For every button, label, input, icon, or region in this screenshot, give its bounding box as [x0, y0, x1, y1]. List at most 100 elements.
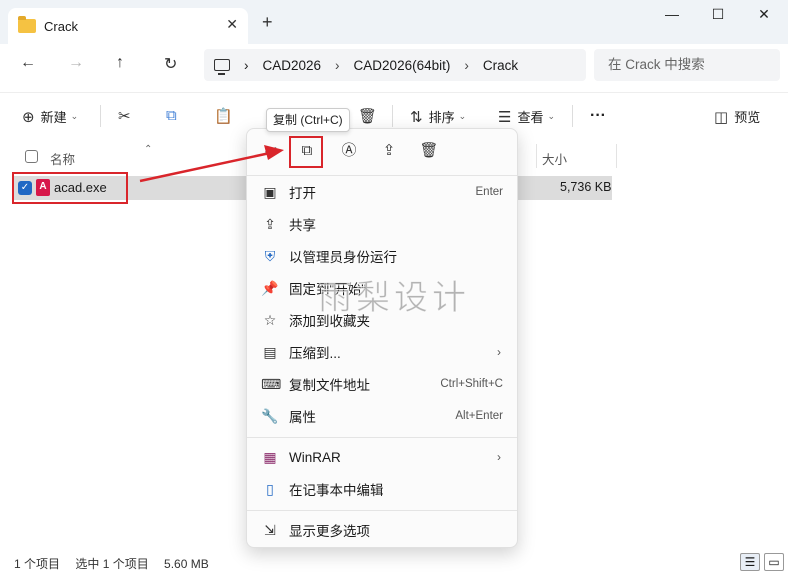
menu-item-properties[interactable]: 🔧 属性 Alt+Enter: [247, 401, 517, 431]
window-icon: ▣: [263, 184, 277, 200]
list-icon: ☰: [498, 108, 512, 126]
address-bar[interactable]: › CAD2026 › CAD2026(64bit) › Crack: [204, 49, 586, 81]
copy-button[interactable]: ⧉: [166, 107, 183, 124]
paste-button[interactable]: 📋: [214, 107, 239, 125]
back-button[interactable]: ←: [20, 54, 36, 72]
status-bar: 1 个项目 选中 1 个项目 5.60 MB: [14, 555, 221, 572]
menu-item-shortcut: Alt+Enter: [455, 410, 503, 422]
column-size[interactable]: 大小: [542, 149, 567, 168]
star-icon: ☆: [263, 312, 277, 328]
menu-item-shortcut: Enter: [475, 186, 504, 198]
menu-item-label: 在记事本中编辑: [289, 483, 384, 498]
column-divider[interactable]: [536, 144, 537, 168]
cut-button[interactable]: ✂: [118, 107, 137, 125]
menu-divider: [247, 175, 517, 176]
more-options-button[interactable]: ···: [590, 107, 606, 125]
selected-count: 选中 1 个项目: [75, 557, 149, 571]
menu-item-label: 打开: [289, 186, 316, 201]
navigation-bar: ← → ↑ ↻ › CAD2026 › CAD2026(64bit) › Cra…: [0, 44, 788, 86]
column-divider[interactable]: [616, 144, 617, 168]
new-label: 新建: [40, 110, 67, 125]
menu-item-label: 复制文件地址: [289, 378, 370, 393]
copy-tooltip: 复制 (Ctrl+C): [266, 108, 350, 132]
file-size: 5,736 KB: [560, 180, 612, 194]
sort-icon: ⇅: [410, 108, 423, 126]
menu-item-copy-path[interactable]: ⌨ 复制文件地址 Ctrl+Shift+C: [247, 369, 517, 399]
sort-button[interactable]: ⇅ 排序 ⌄: [410, 107, 466, 126]
menu-item-open[interactable]: ▣ 打开 Enter: [247, 177, 517, 207]
scissors-icon: ✂: [118, 108, 131, 125]
tiles-view-button[interactable]: ▭: [764, 553, 784, 571]
forward-button[interactable]: →: [68, 54, 84, 72]
winrar-icon: ▦: [263, 449, 277, 465]
item-count: 1 个项目: [14, 557, 61, 571]
sort-label: 排序: [428, 110, 455, 125]
share-icon: ⇪: [264, 216, 276, 232]
notepad-icon: ▯: [266, 481, 274, 497]
search-input[interactable]: 在 Crack 中搜索: [594, 49, 780, 81]
details-view-button[interactable]: ☰: [740, 553, 760, 571]
refresh-button[interactable]: ↻: [164, 54, 177, 74]
breadcrumb-item[interactable]: Crack: [483, 58, 518, 73]
wrench-icon: 🔧: [261, 408, 279, 424]
menu-item-label: WinRAR: [289, 449, 341, 465]
menu-item-shortcut: Ctrl+Shift+C: [440, 378, 503, 390]
tab-crack[interactable]: Crack ✕: [8, 8, 248, 44]
share-icon[interactable]: ⇪: [379, 141, 399, 161]
breadcrumb-separator: ›: [335, 57, 340, 73]
menu-item-add-favorites[interactable]: ☆ 添加到收藏夹: [247, 305, 517, 335]
computer-icon: [214, 59, 230, 75]
context-menu: ✂ ⧉ Ⓐ ⇪ 🗑 ▣ 打开 Enter ⇪ 共享 ⛨ 以管理员身份运行 📌 固…: [246, 128, 518, 548]
menu-item-label: 压缩到...: [289, 346, 341, 361]
chevron-down-icon: ⌄: [547, 111, 556, 121]
chevron-right-icon: ›: [497, 450, 501, 464]
delete-button[interactable]: 🗑: [358, 107, 383, 125]
chevron-down-icon: ⌄: [70, 111, 79, 121]
menu-item-compress[interactable]: ▤ 压缩到... ›: [247, 337, 517, 367]
menu-item-share[interactable]: ⇪ 共享: [247, 209, 517, 239]
trash-icon: 🗑: [358, 108, 378, 125]
folder-icon: [18, 16, 36, 33]
select-all-checkbox[interactable]: [25, 150, 38, 163]
menu-item-label: 显示更多选项: [289, 524, 370, 539]
rename-icon[interactable]: Ⓐ: [339, 141, 359, 161]
copy-path-icon: ⌨: [261, 376, 282, 392]
zip-folder-icon: ▤: [263, 344, 277, 360]
trash-icon[interactable]: 🗑: [419, 141, 439, 161]
breadcrumb-item[interactable]: CAD2026: [263, 58, 322, 73]
breadcrumb-separator: ›: [244, 57, 249, 73]
highlight-box: [289, 136, 323, 168]
cut-icon[interactable]: ✂: [261, 141, 281, 161]
title-bar: Crack ✕ + — ☐ ✕: [0, 0, 788, 44]
menu-item-show-more[interactable]: ⇲ 显示更多选项: [247, 515, 517, 545]
new-tab-button[interactable]: +: [262, 12, 273, 33]
menu-item-pin-to-start[interactable]: 📌 固定到"开始": [247, 273, 517, 303]
maximize-button[interactable]: ☐: [698, 6, 738, 26]
chevron-down-icon: ⌄: [458, 111, 467, 121]
menu-item-edit-notepad[interactable]: ▯ 在记事本中编辑: [247, 474, 517, 504]
divider: [100, 105, 101, 127]
pin-icon: 📌: [261, 280, 279, 296]
view-button[interactable]: ☰ 查看 ⌄: [498, 107, 555, 126]
chevron-right-icon: ›: [497, 345, 501, 359]
menu-item-run-as-admin[interactable]: ⛨ 以管理员身份运行: [247, 241, 517, 271]
menu-item-winrar[interactable]: ▦ WinRAR ›: [247, 442, 517, 472]
preview-label: 预览: [734, 110, 761, 125]
menu-item-label: 固定到"开始": [289, 282, 367, 297]
up-button[interactable]: ↑: [116, 54, 124, 72]
new-button[interactable]: ⊕ 新建 ⌄: [22, 107, 78, 126]
menu-divider: [247, 437, 517, 438]
sort-ascending-icon: ⌃: [144, 144, 153, 155]
menu-item-label: 以管理员身份运行: [289, 250, 397, 265]
divider: [392, 105, 393, 127]
close-window-button[interactable]: ✕: [744, 6, 784, 26]
highlight-box: [12, 172, 128, 204]
preview-button[interactable]: ◫ 预览: [714, 107, 760, 126]
breadcrumb-item[interactable]: CAD2026(64bit): [354, 58, 451, 73]
tab-close-icon[interactable]: ✕: [226, 16, 238, 33]
column-name[interactable]: 名称: [50, 149, 75, 168]
breadcrumb-separator: ›: [464, 57, 469, 73]
minimize-button[interactable]: —: [652, 6, 692, 26]
paste-icon: 📋: [214, 108, 233, 125]
expand-icon: ⇲: [264, 522, 276, 538]
